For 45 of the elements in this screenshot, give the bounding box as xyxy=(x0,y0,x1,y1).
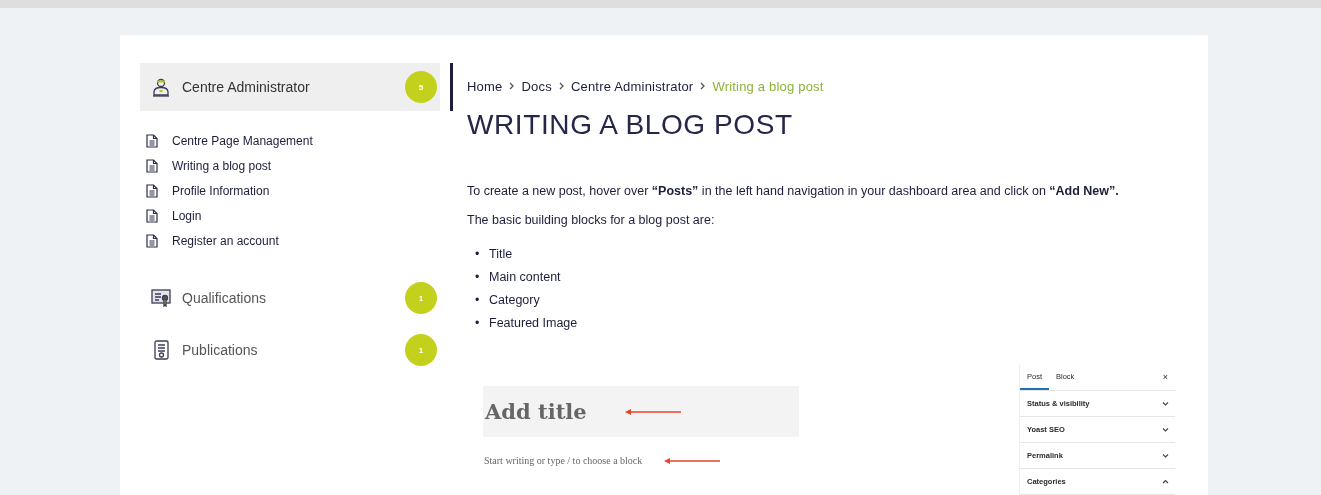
breadcrumb-link[interactable]: Docs xyxy=(521,78,552,94)
document-icon xyxy=(153,340,169,360)
doc-link[interactable]: Login xyxy=(172,208,202,223)
page-icon xyxy=(146,158,158,173)
list-item: Main content xyxy=(489,268,561,285)
page-title: WRITING A BLOG POST xyxy=(467,109,794,139)
category-label: Publications xyxy=(182,342,259,358)
category-label: Centre Administrator xyxy=(182,79,311,95)
sidebar-category[interactable]: Centre Administrator 5 xyxy=(140,63,440,111)
paragraph: To create a new post, hover over “Posts” in the left hand navigation in your dashboard area and click on “Add New”. xyxy=(467,184,1120,198)
page-icon xyxy=(146,233,158,248)
pointer-arrow xyxy=(624,408,681,415)
chevron-right-icon xyxy=(509,80,515,92)
doc-link[interactable]: Centre Page Management xyxy=(172,133,313,148)
count-badge: 1 xyxy=(405,334,437,366)
list-bullet: • xyxy=(475,269,481,284)
close-button[interactable]: × xyxy=(1162,372,1168,382)
list-bullet: • xyxy=(475,246,481,261)
chevron-right-icon xyxy=(558,80,564,92)
count-badge: 1 xyxy=(405,282,437,314)
title-field[interactable]: Add title xyxy=(483,386,799,437)
page-icon xyxy=(146,133,158,148)
sidebar-category[interactable]: Qualifications 1 xyxy=(140,274,440,322)
doc-link[interactable]: Register an account xyxy=(172,233,279,248)
page-icon xyxy=(146,183,158,198)
breadcrumb-link[interactable]: Centre Administrator xyxy=(570,78,694,94)
content-field[interactable]: Start writing or type / to choose a block xyxy=(484,455,643,466)
category-label: Qualifications xyxy=(182,290,268,306)
chevron-right-icon xyxy=(700,80,706,92)
list-item: Title xyxy=(489,245,513,262)
sidebar-category[interactable]: Publications 1 xyxy=(140,326,440,374)
page-icon xyxy=(146,208,158,223)
list-bullet: • xyxy=(475,292,481,307)
person-icon xyxy=(152,77,170,97)
count-badge: 5 xyxy=(405,71,437,103)
doc-link[interactable]: Writing a blog post xyxy=(172,158,272,173)
paragraph: The basic building blocks for a blog post are: xyxy=(467,213,716,227)
certificate-icon xyxy=(151,289,171,307)
breadcrumb-link[interactable]: Home xyxy=(467,78,503,94)
pointer-arrow xyxy=(664,457,721,464)
doc-link[interactable]: Profile Information xyxy=(172,183,270,198)
list-item: Category xyxy=(489,291,540,308)
active-indicator xyxy=(450,63,453,111)
list-bullet: • xyxy=(475,315,481,330)
list-item: Featured Image xyxy=(489,314,578,331)
